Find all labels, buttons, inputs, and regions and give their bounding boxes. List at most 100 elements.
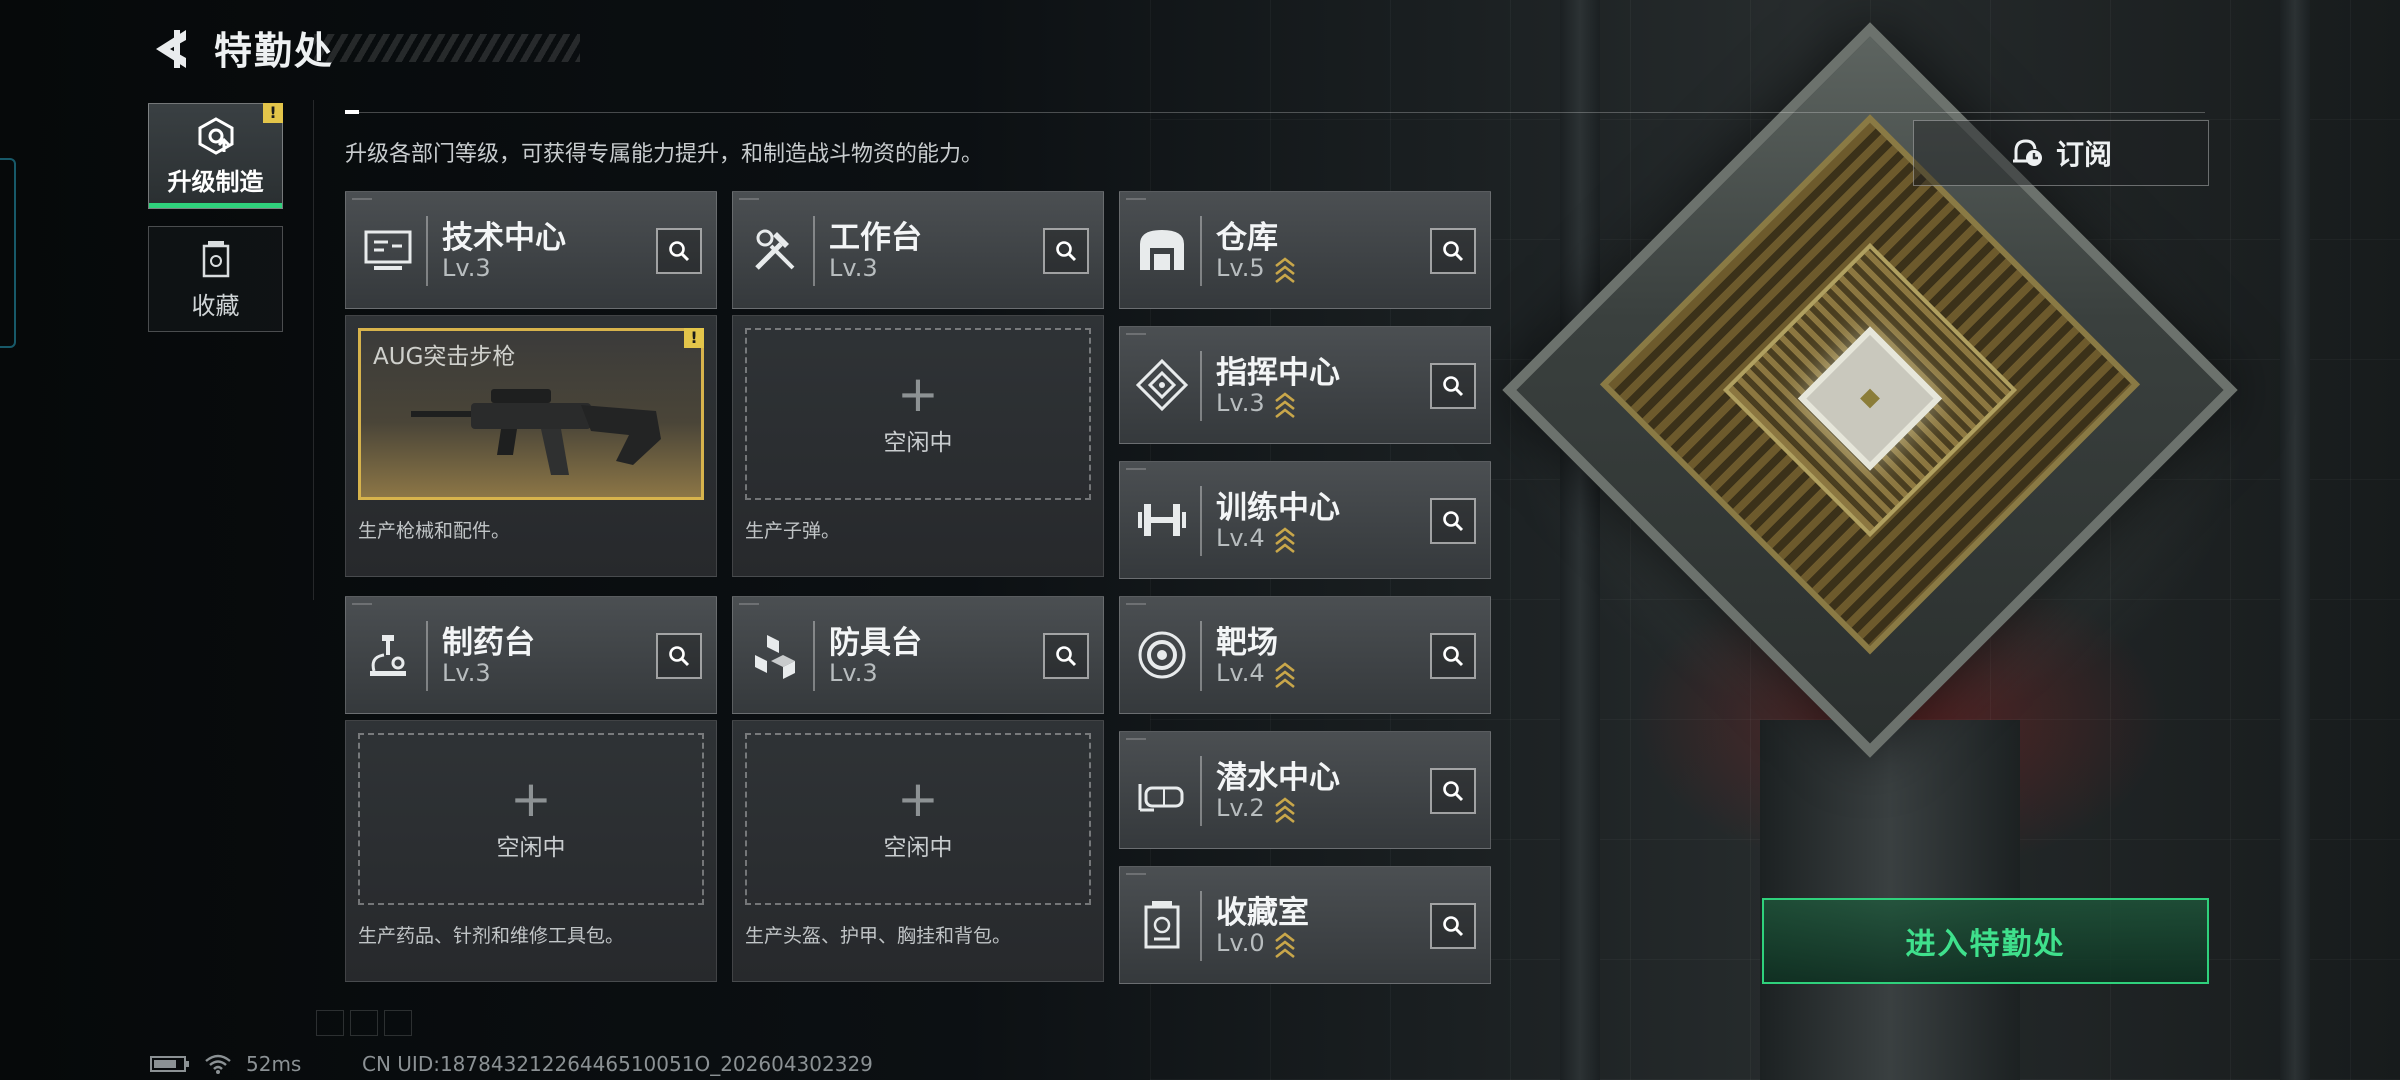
vertical-divider [313,100,314,600]
dept-level: Lv.4 [1216,524,1265,552]
production-description: 生产枪械和配件。 [358,520,511,542]
cubes-icon [755,635,795,679]
dept-card-tech-center[interactable]: 技术中心 Lv.3 [345,191,717,309]
search-button[interactable] [1430,228,1476,274]
search-button[interactable] [656,228,702,274]
rifle-icon [411,389,661,475]
microscope-icon [370,635,406,676]
sidebar-item-collection[interactable]: 收藏 [148,226,283,332]
production-panel-pharmacy: + 空闲中 生产药品、针剂和维修工具包。 [345,720,717,982]
dept-card-pharmacy[interactable]: 制药台 Lv.3 [345,596,717,714]
upgrade-chevron-icon [1275,527,1295,554]
page-description: 升级各部门等级，可获得专属能力提升，和制造战斗物资的能力。 [345,142,984,167]
production-description: 生产头盔、护甲、胸挂和背包。 [745,925,1012,947]
search-icon [1443,916,1464,937]
search-icon [669,241,690,262]
search-icon [1443,646,1464,667]
dept-card-collection-room[interactable]: 收藏室 Lv.0 [1119,866,1491,984]
dept-level: Lv.3 [1216,389,1265,417]
alert-badge: ! [263,103,283,123]
search-button[interactable] [1043,228,1089,274]
search-icon [1056,646,1077,667]
warehouse-icon [1140,230,1184,270]
dept-name: 靶场 [1216,625,1278,661]
dumbbell-icon [1138,504,1186,536]
dept-name: 仓库 [1216,220,1278,256]
search-button[interactable] [1430,363,1476,409]
dept-card-armor-bench[interactable]: 防具台 Lv.3 [732,596,1104,714]
side-edge-tab[interactable] [0,158,16,348]
dept-name: 训练中心 [1216,490,1340,526]
plus-icon: + [510,770,552,828]
collection-room-icon [1144,901,1180,949]
divider-line [345,112,2205,113]
search-button[interactable] [1043,633,1089,679]
collection-case-icon [202,240,229,277]
search-icon [1056,241,1077,262]
dept-card-warehouse[interactable]: 仓库 Lv.5 [1119,191,1491,309]
monitor-icon [364,230,412,270]
status-bar: 52ms [150,1052,301,1076]
upgrade-chevron-icon [1275,932,1295,959]
background-pillar [2280,0,2310,1080]
production-empty-slot[interactable]: + 空闲中 [745,328,1091,500]
plus-icon: + [897,365,939,423]
production-item-name: AUG突击步枪 [373,344,516,370]
production-panel-armor-bench: + 空闲中 生产头盔、护甲、胸挂和背包。 [732,720,1104,982]
back-button[interactable] [150,26,192,72]
dept-name: 技术中心 [442,220,566,256]
subscribe-button[interactable]: 订阅 [1913,120,2209,186]
dept-level: Lv.3 [829,254,878,282]
search-button[interactable] [1430,498,1476,544]
dept-level: Lv.0 [1216,929,1265,957]
dept-name: 制药台 [442,625,535,661]
search-icon [669,646,690,667]
alert-badge: ! [684,328,704,348]
search-icon [1443,241,1464,262]
search-icon [1443,511,1464,532]
bell-clock-icon [2012,139,2042,166]
ping-value: 52ms [246,1052,302,1076]
search-button[interactable] [1430,633,1476,679]
dept-card-workbench[interactable]: 工作台 Lv.3 [732,191,1104,309]
command-diamond-icon [1135,358,1189,412]
upgrade-chevron-icon [1275,662,1295,689]
sidebar-item-upgrade[interactable]: 升级制造 ! [148,103,283,209]
tools-icon [755,229,795,270]
production-empty-slot[interactable]: + 空闲中 [745,733,1091,905]
production-description: 生产药品、针剂和维修工具包。 [358,925,625,947]
sidebar-item-label: 升级制造 [167,167,264,196]
production-empty-slot[interactable]: + 空闲中 [358,733,704,905]
enter-button-label: 进入特勤处 [1905,927,2066,962]
enter-special-ops-button[interactable]: 进入特勤处 [1762,898,2209,984]
dept-card-command-center[interactable]: 指挥中心 Lv.3 [1119,326,1491,444]
diving-mask-icon [1138,784,1184,812]
dept-card-diving-center[interactable]: 潜水中心 Lv.2 [1119,731,1491,849]
slot-status: 空闲中 [883,430,953,456]
production-item-slot[interactable]: AUG突击步枪 ! [358,328,704,500]
user-uid: CN UID:18784321226446510051O_20260430232… [362,1052,873,1076]
subscribe-label: 订阅 [2055,138,2112,171]
dept-name: 指挥中心 [1216,355,1340,391]
search-button[interactable] [1430,768,1476,814]
dept-name: 工作台 [829,220,922,256]
title-decoration [314,34,580,62]
search-icon [1443,781,1464,802]
battery-icon [150,1056,189,1072]
search-button[interactable] [656,633,702,679]
dept-level: Lv.5 [1216,254,1265,282]
dept-card-training-center[interactable]: 训练中心 Lv.4 [1119,461,1491,579]
dept-name: 潜水中心 [1216,760,1340,796]
upgrade-chevron-icon [1275,797,1295,824]
search-button[interactable] [1430,903,1476,949]
dept-level: Lv.3 [442,254,491,282]
decorative-boxes [316,1010,412,1036]
dept-card-shooting-range[interactable]: 靶场 Lv.4 [1119,596,1491,714]
divider-marker [345,110,359,114]
plus-icon: + [897,770,939,828]
dept-level: Lv.3 [829,659,878,687]
slot-status: 空闲中 [883,835,953,861]
production-panel-tech-center: AUG突击步枪 ! 生产枪械和配件。 [345,315,717,577]
search-icon [1443,376,1464,397]
production-description: 生产子弹。 [745,520,841,542]
